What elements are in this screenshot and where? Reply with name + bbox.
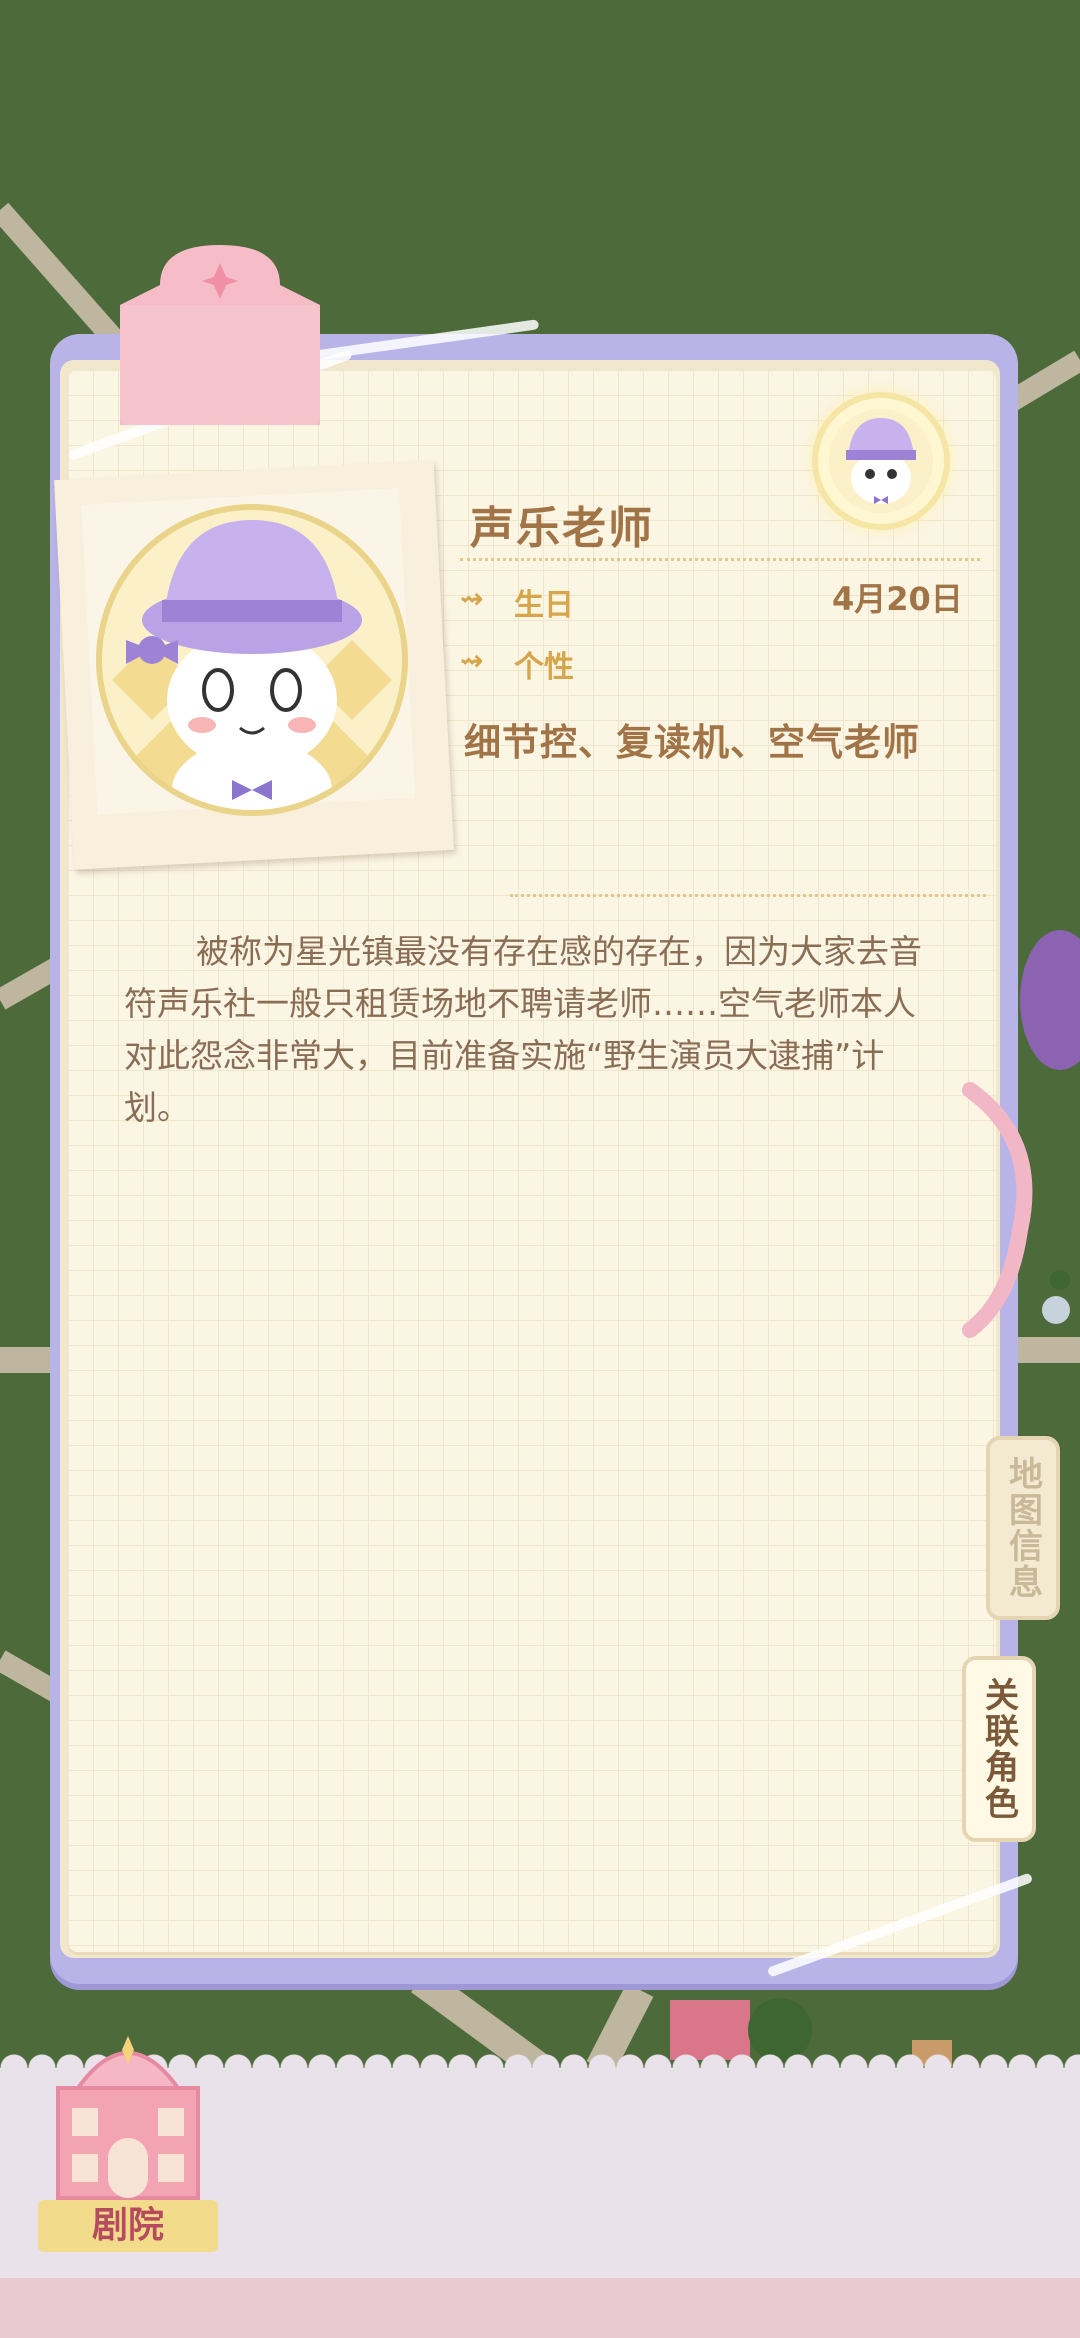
divider: [460, 558, 980, 561]
character-avatar: [96, 504, 408, 816]
bookmark-tab-icon: [120, 245, 320, 425]
personality-traits: 细节控、复读机、空气老师: [464, 721, 920, 764]
ribbon-decoration: [962, 1082, 1033, 1338]
personality-label: 个性: [514, 650, 574, 685]
mini-avatar-image: [829, 409, 933, 513]
theater-label: 剧院: [38, 2200, 218, 2252]
tab-map-info[interactable]: 地图信息: [986, 1436, 1060, 1620]
character-name: 声乐老师: [470, 503, 654, 554]
sparkle-arrow-icon: ⇝: [460, 582, 484, 615]
divider: [510, 894, 986, 897]
theater-location-button[interactable]: 剧院: [38, 2028, 218, 2252]
character-mini-avatar[interactable]: [818, 398, 944, 524]
character-description: 被称为星光镇最没有存在感的存在，因为大家去音符声乐社一般只租赁场地不聘请老师………: [124, 932, 922, 1127]
theater-building-icon: [56, 2036, 200, 2200]
birthday-label: 生日: [514, 588, 574, 623]
tab-related-characters[interactable]: 关联角色: [962, 1656, 1036, 1842]
sparkle-arrow-icon: ⇝: [460, 644, 484, 677]
birthday-value: 4月20日: [832, 580, 963, 618]
